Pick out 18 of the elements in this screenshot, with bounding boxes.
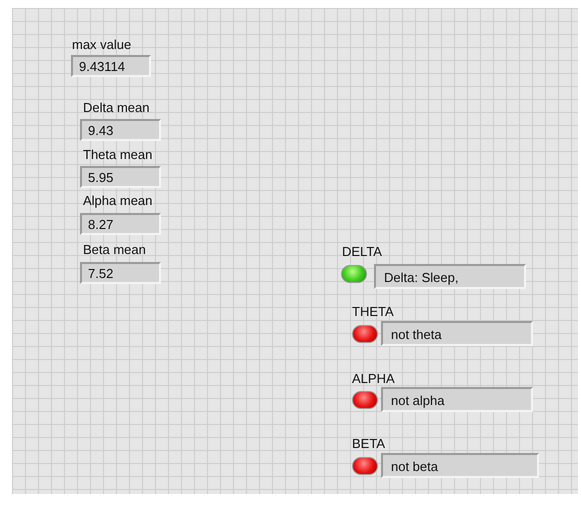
indicator-label: Delta mean [83,99,150,117]
indicator-label: max value [72,36,132,54]
indicator-label: Beta mean [83,241,146,259]
indicator-label: THETA [352,303,394,321]
indicator-label: Theta mean [83,146,152,164]
string-indicator: not theta [381,321,533,346]
numeric-indicator: 9.43114 [71,55,151,77]
numeric-indicator: 8.27 [80,213,161,235]
numeric-indicator: 9.43 [80,119,161,141]
string-indicator: not beta [381,453,539,478]
string-indicator: Delta: Sleep, [374,264,526,289]
indicator-label: BETA [352,435,385,453]
string-indicator: not alpha [381,387,533,412]
numeric-indicator: 7.52 [80,262,161,284]
indicator-label: ALPHA [352,370,395,388]
indicator-label: Alpha mean [83,192,152,210]
numeric-indicator: 5.95 [80,166,161,188]
indicator-label: DELTA [342,243,382,261]
